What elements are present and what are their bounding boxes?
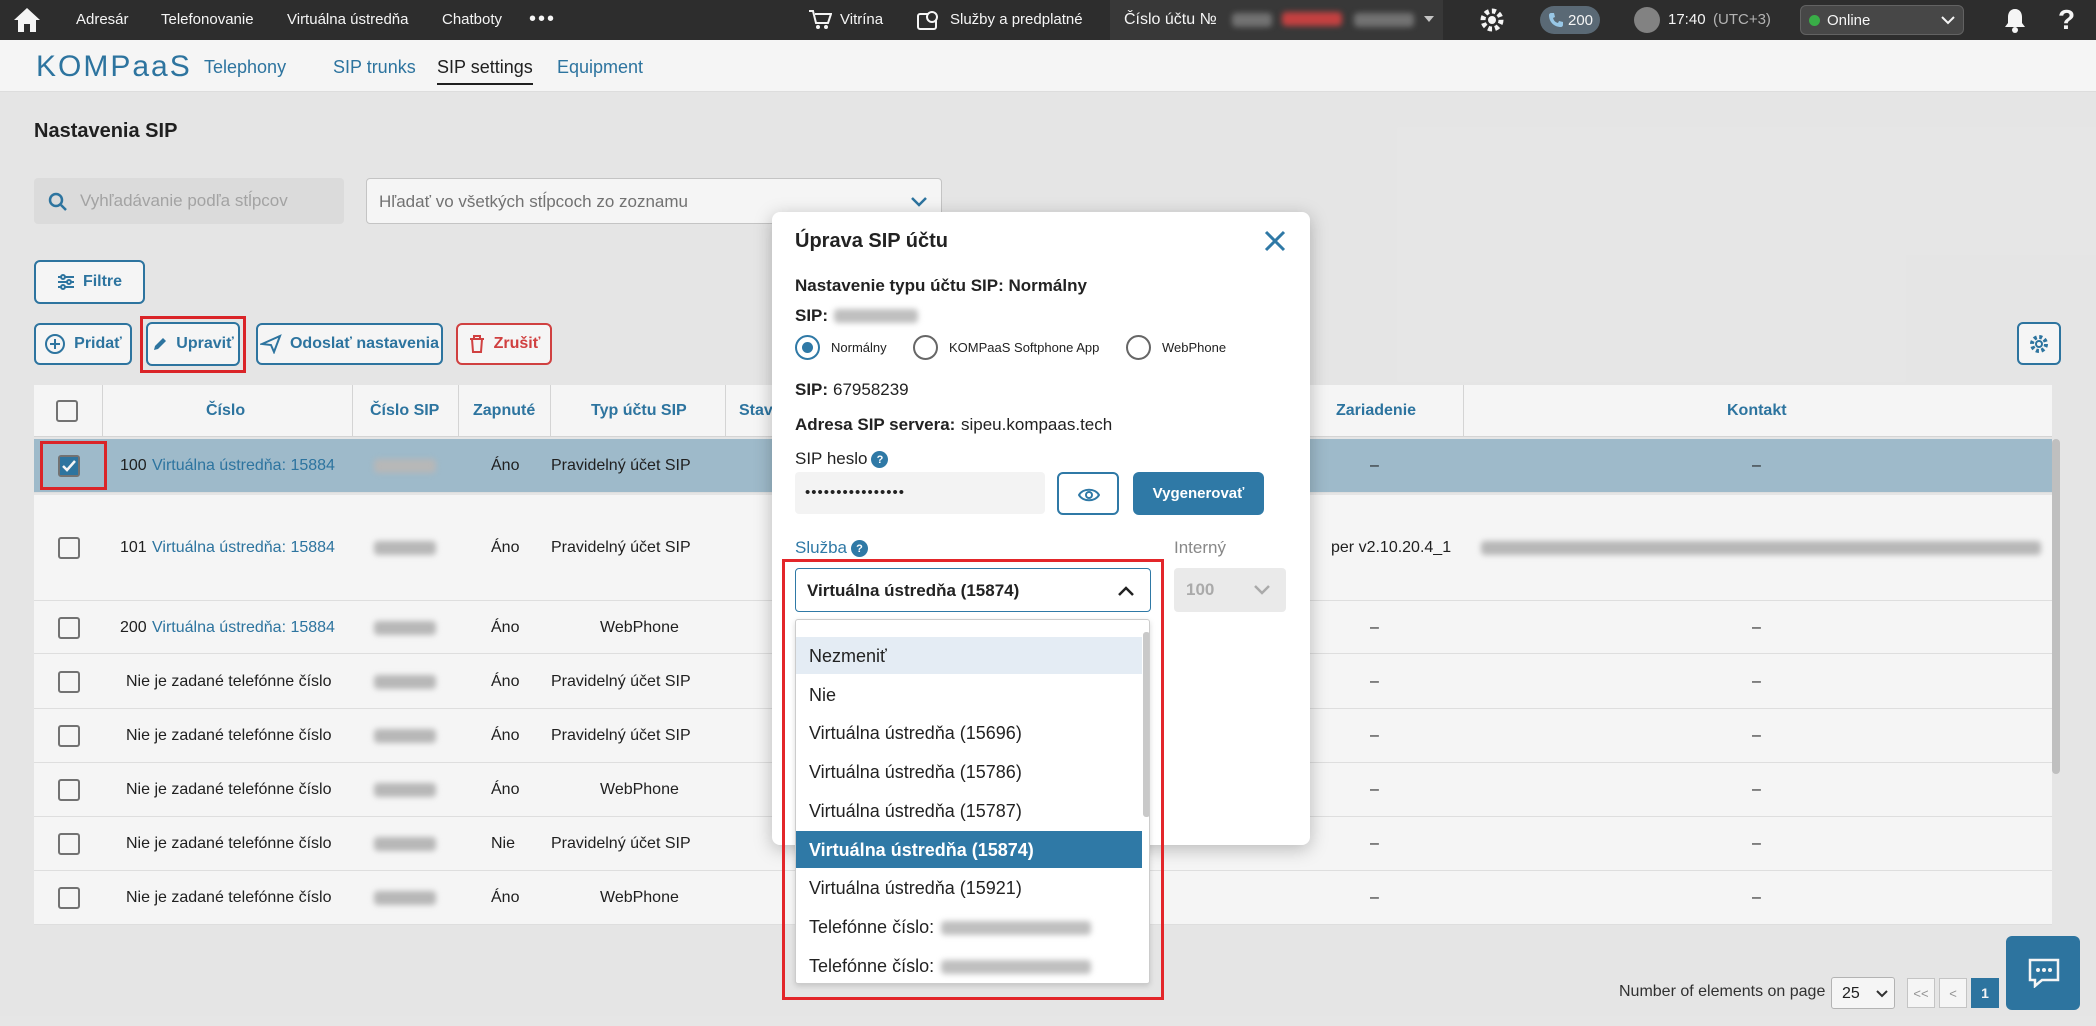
eye-icon (1078, 488, 1100, 502)
password-value: •••••••••••••••• (805, 484, 906, 501)
sip-label: SIP: (795, 306, 829, 325)
modal-title: Úprava SIP účtu (795, 230, 949, 252)
password-label: SIP heslo? (795, 449, 889, 469)
internal-select[interactable]: 100 (1174, 568, 1286, 612)
password-input[interactable]: •••••••••••••••• (795, 472, 1045, 514)
help-icon[interactable]: ? (850, 540, 868, 558)
sip-number-value: 67958239 (833, 380, 909, 399)
internal-select-value: 100 (1186, 580, 1215, 599)
service-label: Služba? (795, 538, 868, 558)
chevron-down-icon (1254, 585, 1270, 595)
service-highlight-box (782, 559, 1164, 1000)
help-icon[interactable]: ? (871, 451, 889, 469)
radio-webphone[interactable] (1126, 335, 1151, 360)
internal-label: Interný (1174, 538, 1226, 557)
sip-number-label: SIP: (795, 380, 829, 399)
server-value: sipeu.kompaas.tech (961, 415, 1113, 434)
show-password-button[interactable] (1057, 472, 1119, 515)
radio-webphone-label: WebPhone (1162, 340, 1227, 355)
generate-password-button[interactable]: Vygenerovať (1133, 472, 1264, 515)
radio-softphone-app[interactable] (913, 335, 938, 360)
radio-normal[interactable] (795, 335, 820, 360)
account-type-line: Nastavenie typu účtu SIP: Normálny (795, 276, 1087, 295)
close-icon[interactable] (1263, 229, 1287, 253)
server-label: Adresa SIP servera: (795, 415, 956, 434)
radio-softphone-app-label: KOMPaaS Softphone App (949, 340, 1100, 355)
radio-normal-label: Normálny (831, 340, 887, 355)
